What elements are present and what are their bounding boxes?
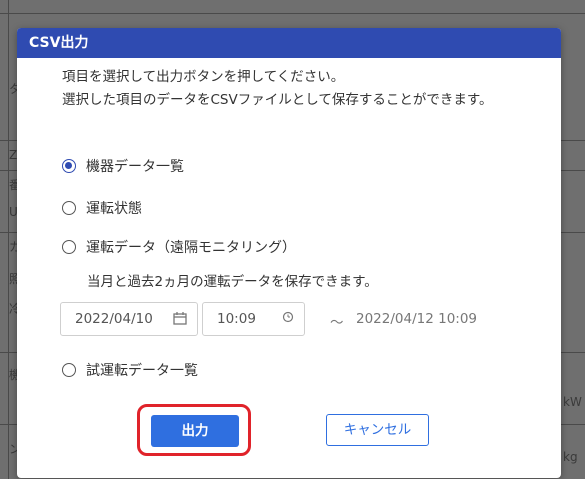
option-label: 試運転データ一覧 [86, 363, 198, 379]
dialog-description: 項目を選択して出力ボタンを押してください。 選択した項目のデータをCSVファイル… [62, 66, 492, 112]
option-operation-status[interactable]: 運転状態 [62, 198, 142, 218]
cancel-button[interactable]: キャンセル [326, 414, 429, 446]
option-operation-data-remote[interactable]: 運転データ（遠隔モニタリング） [62, 237, 296, 257]
start-time-input[interactable]: 10:09 [202, 302, 305, 336]
csv-export-dialog: CSV出力 項目を選択して出力ボタンを押してください。 選択した項目のデータをC… [17, 28, 561, 478]
radio-button[interactable] [62, 201, 76, 215]
option-test-run-data-list[interactable]: 試運転データ一覧 [62, 360, 198, 380]
radio-button-selected[interactable] [62, 159, 76, 173]
bg-divider [0, 13, 585, 14]
description-line: 項目を選択して出力ボタンを押してください。 [62, 69, 345, 85]
range-separator: ～ [330, 315, 344, 331]
clock-icon[interactable] [282, 311, 294, 327]
bg-fragment: kg [563, 450, 578, 464]
bg-fragment: Z [9, 148, 18, 162]
start-date-value: 2022/04/10 [75, 311, 153, 327]
start-date-input[interactable]: 2022/04/10 [60, 302, 198, 336]
bg-fragment: kW [563, 395, 582, 409]
operation-data-note: 当月と過去2ヵ月の運転データを保存できます。 [87, 274, 378, 290]
description-line: 選択した項目のデータをCSVファイルとして保存することができます。 [62, 92, 493, 108]
calendar-icon[interactable] [173, 311, 187, 329]
option-label: 運転状態 [86, 201, 142, 217]
end-datetime: 2022/04/12 10:09 [356, 311, 478, 327]
output-button[interactable]: 出力 [151, 415, 239, 447]
option-label: 運転データ（遠隔モニタリング） [86, 240, 296, 256]
radio-button[interactable] [62, 363, 76, 377]
option-equipment-list[interactable]: 機器データ一覧 [62, 156, 184, 176]
option-label: 機器データ一覧 [86, 159, 184, 175]
dialog-title: CSV出力 [17, 28, 561, 58]
start-time-value: 10:09 [217, 311, 256, 327]
radio-button[interactable] [62, 240, 76, 254]
